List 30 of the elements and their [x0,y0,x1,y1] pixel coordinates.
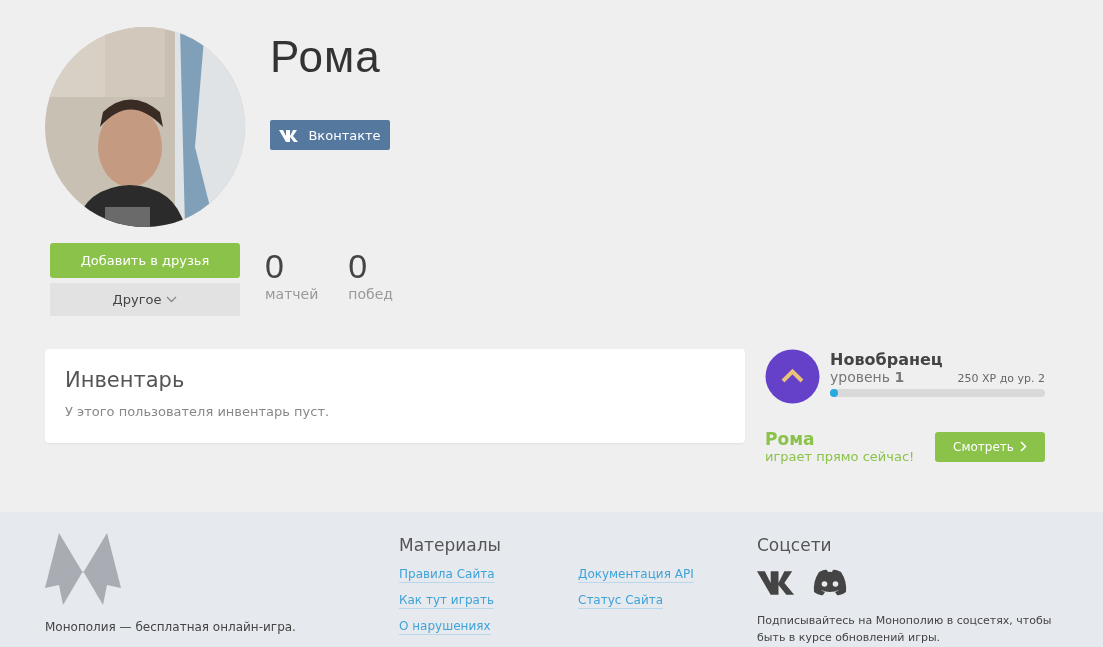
profile-name: Рома [270,31,382,83]
footer-link[interactable]: Правила Сайта [399,566,495,583]
social-description: Подписывайтесь на Монополию в соцсетях, чтобы быть в курсе обновлений игры. [757,613,1053,646]
stat-label: побед [348,286,393,302]
stat-label: матчей [265,286,319,302]
materials-heading: Материалы [399,535,502,555]
playing-status: играет прямо сейчас! [765,449,915,464]
stat-value: 0 [265,246,285,286]
vk-button[interactable]: Вконтакте [270,120,390,150]
stat-value: 0 [348,246,369,286]
site-description: Монополия — бесплатная онлайн-игра. [45,620,297,634]
watch-button[interactable]: Смотреть [935,431,1045,462]
player-name: Рома [765,429,816,449]
other-dropdown[interactable]: Другое [50,283,240,316]
inventory-title: Инвентарь [65,368,185,392]
inventory-message: У этого пользователя инвентарь пуст. [65,404,331,419]
add-friend-button[interactable]: Добавить в друзья [50,243,240,278]
rank-badge-icon [765,349,820,404]
footer-link[interactable]: Документация API [578,566,694,583]
xp-remaining: 250 XP до ур. 2 [957,372,1045,385]
chevron-down-icon [166,296,178,303]
level-label: уровень 1 [830,369,905,385]
rank-name: Новобранец [830,350,944,369]
footer-link[interactable]: О нарушениях [399,618,491,635]
logo-icon [45,533,121,605]
footer-link[interactable]: Как тут играть [399,592,494,609]
discord-icon[interactable] [812,569,848,596]
social-heading: Соцсети [757,535,833,555]
footer-link[interactable]: Статус Сайта [578,592,664,609]
chevron-right-icon [1019,441,1027,452]
